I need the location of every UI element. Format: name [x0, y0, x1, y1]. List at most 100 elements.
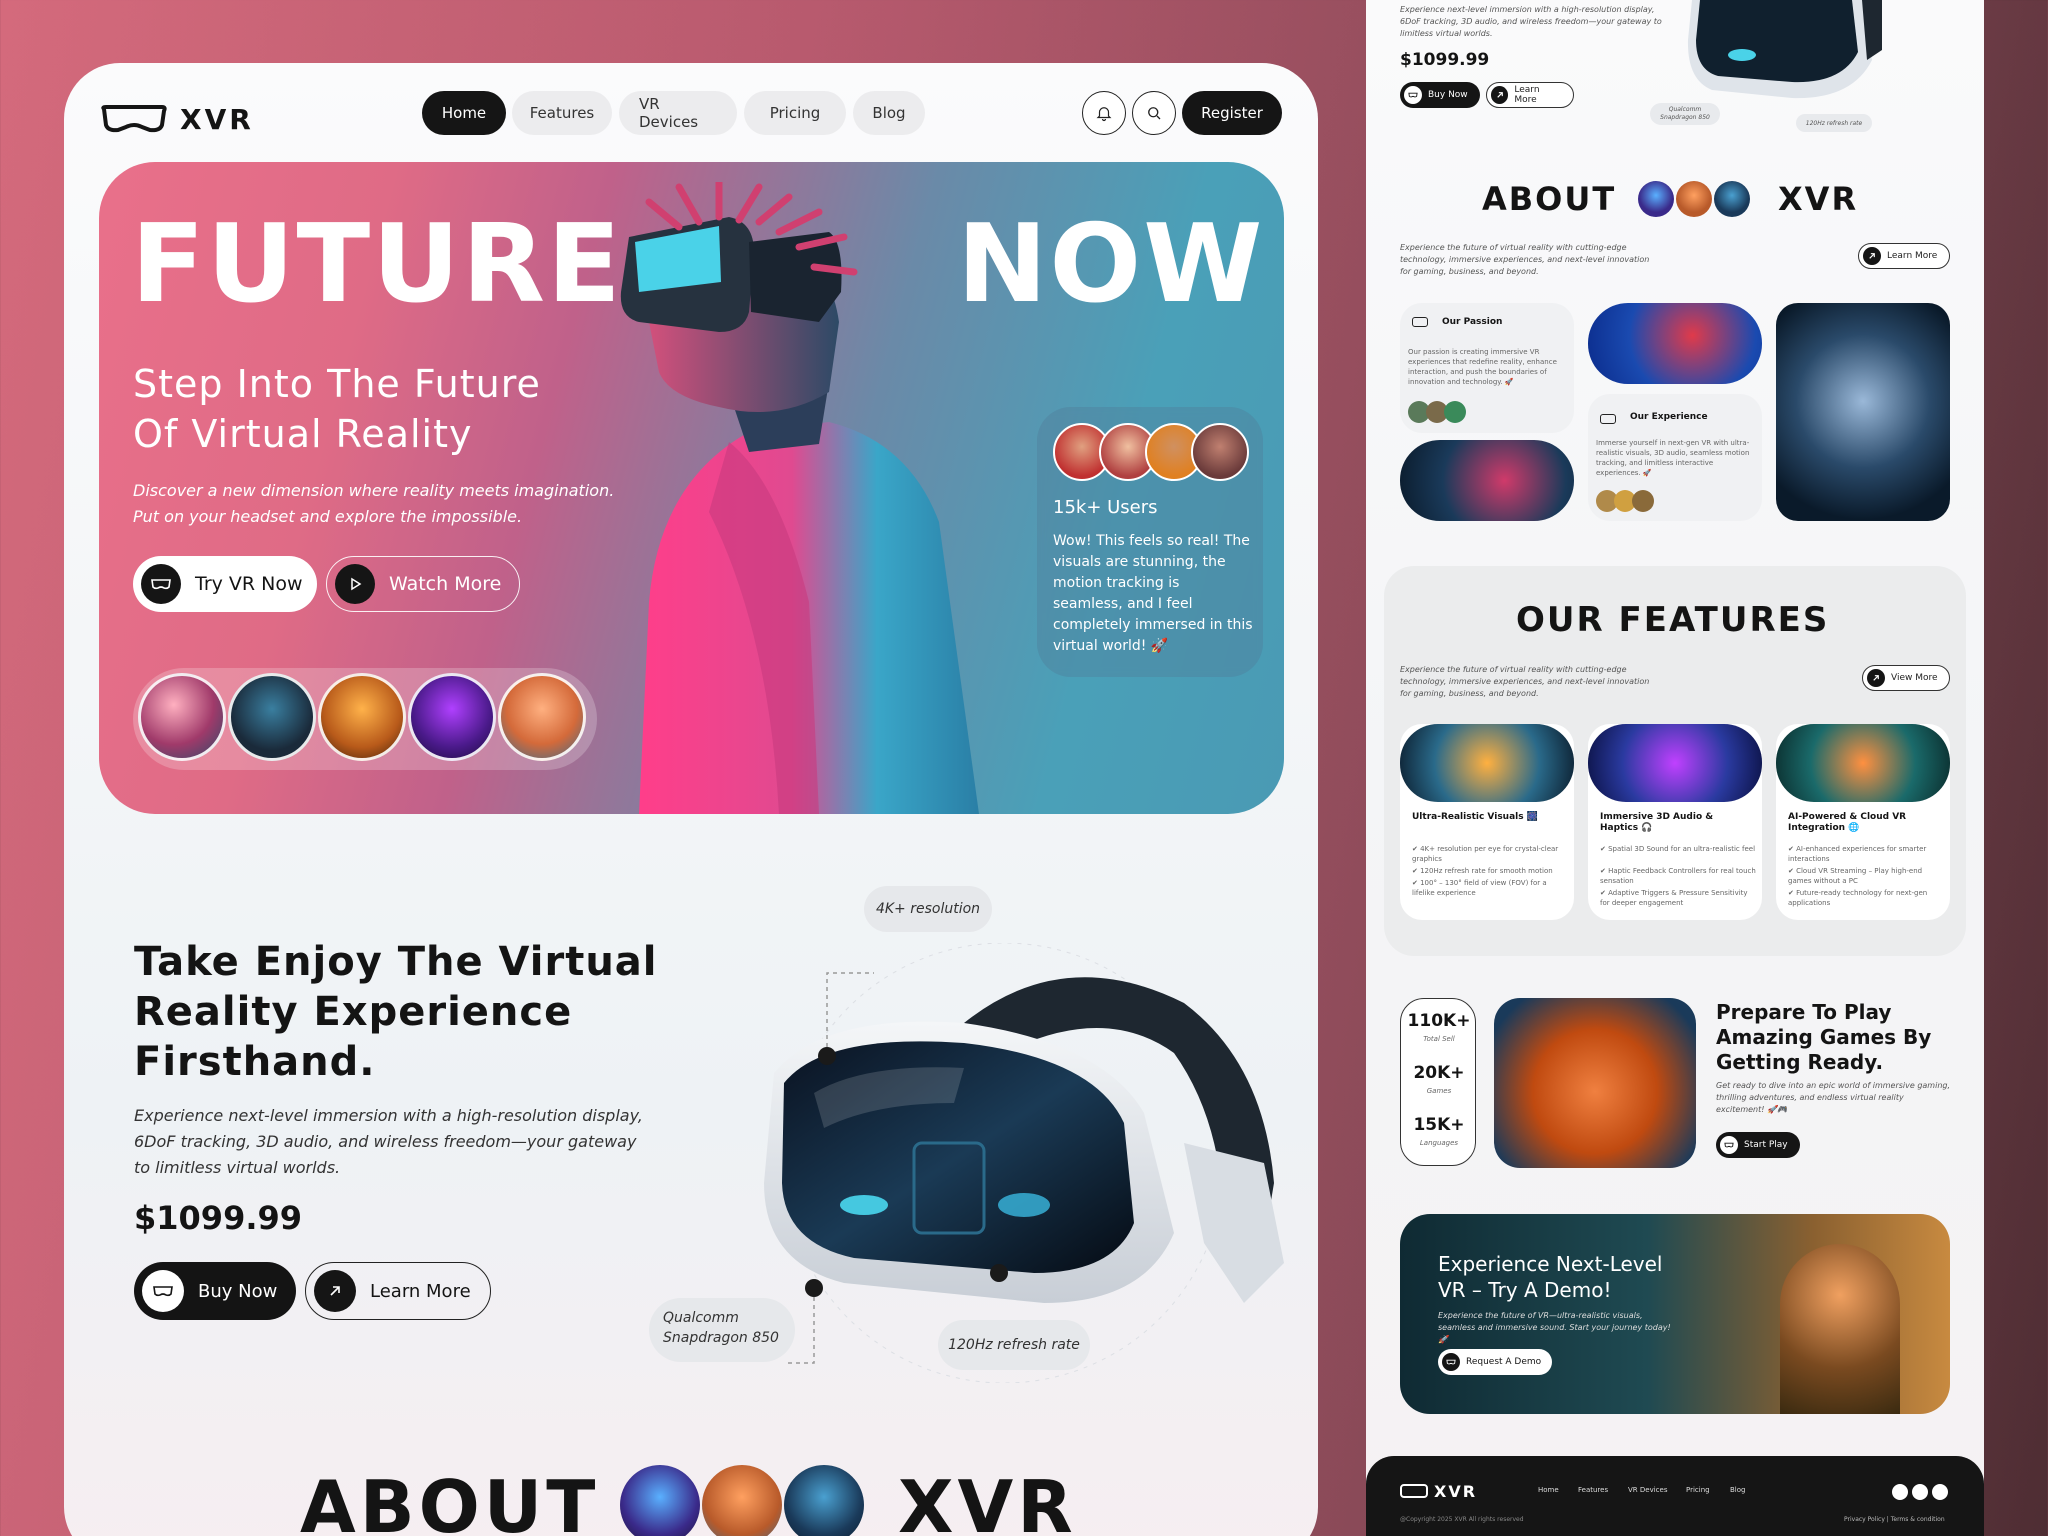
r-learn-more-button[interactable]: Learn More: [1486, 82, 1574, 108]
product-heading-line1: Take Enjoy The Virtual: [134, 939, 658, 985]
search-button[interactable]: [1132, 91, 1176, 135]
vr-headset-icon: [142, 1270, 184, 1312]
linkedin-icon[interactable]: [1932, 1484, 1948, 1500]
learn-more-button[interactable]: Learn More: [305, 1262, 491, 1320]
avatar[interactable]: [408, 673, 496, 761]
feature-card: AI-Powered & Cloud VR Integration 🌐 ✔ AI…: [1776, 724, 1950, 920]
feature-card: Immersive 3D Audio & Haptics 🎧 ✔ Spatial…: [1588, 724, 1762, 920]
experience-text: Immerse yourself in next-gen VR with ult…: [1596, 439, 1750, 477]
hero-word-future: FUTURE: [131, 202, 623, 327]
games-desc: Get ready to dive into an epic world of …: [1716, 1081, 1951, 1114]
vr-chair-image: [1776, 303, 1950, 521]
footer-link-pricing[interactable]: Pricing: [1686, 1486, 1710, 1494]
nav-pricing[interactable]: Pricing: [744, 91, 846, 135]
watch-more-label: Watch More: [389, 573, 502, 595]
r-chip-label: Qualcomm Snapdragon 850: [1650, 103, 1720, 125]
footer: XVR Home Features VR Devices Pricing Blo…: [1366, 1456, 1984, 1536]
footer-legal-links[interactable]: Privacy Policy | Terms & condition: [1844, 1516, 1945, 1523]
feature-point: ✔ 120Hz refresh rate for smooth motion: [1412, 867, 1553, 875]
testimonial-users: 15k+ Users: [1053, 497, 1158, 518]
product-price: $1099.99: [134, 1199, 303, 1237]
features-desc: Experience the future of virtual reality…: [1400, 665, 1650, 698]
feature-title: Ultra-Realistic Visuals 🎆: [1412, 812, 1538, 822]
footer-copyright: @Copyright 2025 XVR All rights reserved: [1400, 1516, 1524, 1523]
avatar: [1714, 181, 1750, 217]
demo-banner: Experience Next-Level VR – Try A Demo! E…: [1400, 1214, 1950, 1414]
r-about-learn-button[interactable]: Learn More: [1858, 243, 1950, 269]
nav-home[interactable]: Home: [422, 91, 506, 135]
try-vr-label: Try VR Now: [195, 573, 303, 595]
hero-subtitle-line2: Of Virtual Reality: [133, 412, 473, 456]
features-view-more-label: View More: [1891, 673, 1938, 683]
passion-title: Our Passion: [1442, 317, 1503, 327]
vr-headset-icon: [141, 564, 181, 604]
try-vr-button[interactable]: Try VR Now: [133, 556, 317, 612]
r-about-word-right: XVR: [1778, 180, 1859, 218]
feature-title: AI-Powered & Cloud VR Integration 🌐: [1788, 812, 1907, 833]
feature-point: ✔ Adaptive Triggers & Pressure Sensitivi…: [1600, 889, 1748, 907]
product-heading-line2: Reality Experience: [134, 989, 573, 1035]
hero-person-image: [620, 182, 979, 814]
gaming-chair-image: [1494, 998, 1696, 1168]
vr-user-image: [1588, 303, 1762, 384]
footer-link-home[interactable]: Home: [1538, 1486, 1559, 1494]
stat-label: Total Sell: [1423, 1035, 1455, 1043]
avatar[interactable]: [228, 673, 316, 761]
games-title-line1: Prepare To Play: [1716, 1000, 1892, 1024]
notification-button[interactable]: [1082, 91, 1126, 135]
vr-headset-logo-icon: [101, 105, 167, 133]
buy-now-button[interactable]: Buy Now: [134, 1262, 296, 1320]
nav-features[interactable]: Features: [512, 91, 612, 135]
nav-vr-devices[interactable]: VR Devices: [619, 91, 737, 135]
footer-link-vr-devices[interactable]: VR Devices: [1628, 1486, 1667, 1494]
feature-point: ✔ Future-ready technology for next-gen a…: [1788, 889, 1928, 907]
about-word-right: XVR: [898, 1465, 1077, 1536]
features-title: OUR FEATURES: [1516, 600, 1830, 640]
start-play-button[interactable]: Start Play: [1716, 1132, 1800, 1158]
demo-desc: Experience the future of VR—ultra-realis…: [1438, 1311, 1671, 1344]
nav-blog[interactable]: Blog: [853, 91, 925, 135]
experience-title: Our Experience: [1630, 412, 1708, 422]
feature-point: ✔ Haptic Feedback Controllers for real t…: [1600, 867, 1756, 885]
hero-subtitle-line1: Step Into The Future: [133, 362, 541, 406]
arrow-up-right-icon: [1867, 669, 1885, 687]
vr-gamer-image: [1400, 440, 1574, 521]
games-title-line3: Getting Ready.: [1716, 1050, 1884, 1074]
request-demo-button[interactable]: Request A Demo: [1438, 1349, 1552, 1375]
feature-image: [1400, 724, 1574, 802]
about-word-left: ABOUT: [300, 1465, 600, 1536]
features-view-more-button[interactable]: View More: [1862, 665, 1950, 691]
stat-value: 15K+: [1413, 1115, 1465, 1135]
avatar: [1191, 423, 1249, 481]
register-button[interactable]: Register: [1182, 91, 1282, 135]
hero-word-now: NOW: [957, 202, 1265, 327]
footer-brand[interactable]: XVR: [1434, 1482, 1477, 1501]
vr-headset-icon: [1720, 1136, 1738, 1154]
feature-image: [1776, 724, 1950, 802]
vr-headset-icon: [1412, 317, 1428, 327]
avatar[interactable]: [498, 673, 586, 761]
footer-link-blog[interactable]: Blog: [1730, 1486, 1745, 1494]
stat-label: Games: [1426, 1087, 1452, 1095]
arrow-up-right-icon: [314, 1270, 356, 1312]
avatar[interactable]: [138, 673, 226, 761]
vr-headset-icon: [1404, 86, 1422, 104]
instagram-icon[interactable]: [1912, 1484, 1928, 1500]
spec-chip-line2: Snapdragon 850: [663, 1330, 779, 1346]
vr-headset-product-image: [764, 943, 1284, 1383]
avatar[interactable]: [318, 673, 406, 761]
arrow-up-right-icon: [1863, 247, 1881, 265]
landing-page-card: XVR Home Features VR Devices Pricing Blo…: [64, 63, 1318, 1536]
facebook-icon[interactable]: [1892, 1484, 1908, 1500]
passion-text: Our passion is creating immersive VR exp…: [1408, 348, 1557, 386]
avatar: [1632, 490, 1654, 512]
footer-link-features[interactable]: Features: [1578, 1486, 1608, 1494]
watch-more-button[interactable]: Watch More: [326, 556, 520, 612]
demo-title-line2: VR – Try A Demo!: [1438, 1278, 1612, 1302]
brand-logo[interactable]: XVR: [98, 101, 258, 137]
avatar: [1444, 401, 1466, 423]
hero-banner: FUTURE NOW Step Into The Future Of Virtu…: [99, 162, 1284, 814]
avatar: [702, 1465, 782, 1536]
feature-image: [1588, 724, 1762, 802]
r-buy-now-button[interactable]: Buy Now: [1400, 82, 1480, 108]
